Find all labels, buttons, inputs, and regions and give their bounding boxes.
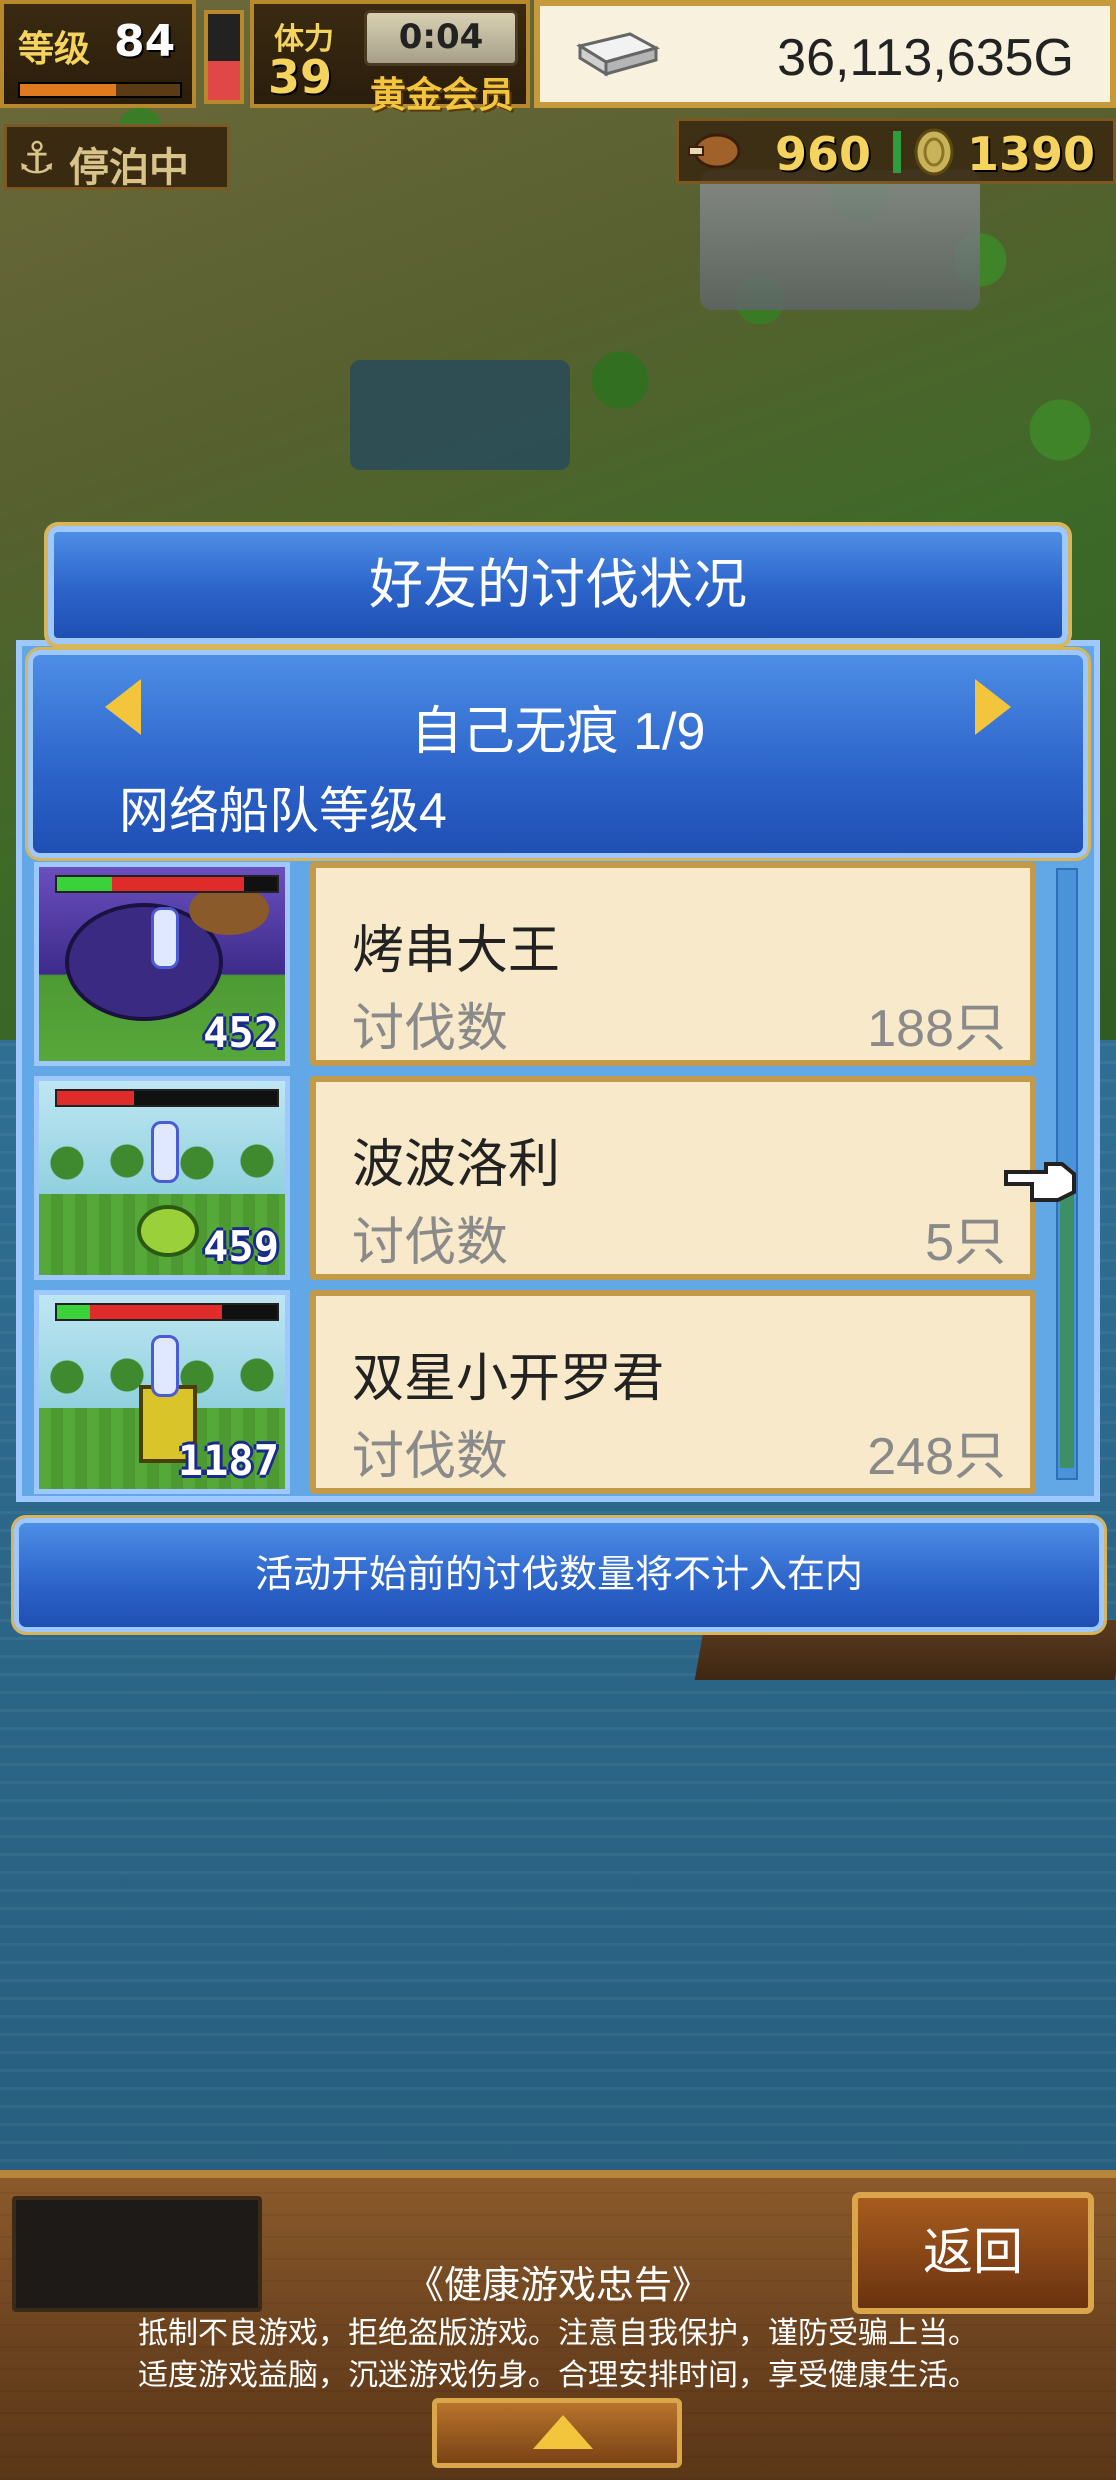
kill-count-value: 5只 <box>925 1214 1006 1272</box>
stamina-timer: 0:04 <box>364 10 518 66</box>
hp-bar-red <box>57 1091 134 1105</box>
monster-hp: 452 <box>203 1008 279 1057</box>
stamina-gauge-fill <box>208 61 240 100</box>
ruins-rocks <box>700 170 980 310</box>
coin-icon <box>914 128 954 176</box>
hp-bar-green <box>57 877 112 891</box>
exclamation-icon <box>151 907 179 969</box>
kill-count-value: 188只 <box>867 1000 1006 1058</box>
friend-row[interactable]: 双星小开罗君 讨伐数 248只 <box>310 1290 1036 1494</box>
hp-bar-red <box>90 1305 222 1319</box>
food-icon <box>688 133 741 169</box>
monster-hp: 1187 <box>177 1436 279 1485</box>
silver-bar-icon <box>576 32 660 77</box>
monster-thumbnail[interactable]: 452 <box>34 862 290 1066</box>
up-arrow-icon <box>533 2415 593 2449</box>
friend-row-name: 双星小开罗君 <box>352 1350 665 1408</box>
exp-bar <box>18 82 182 98</box>
gold-value: 36,113,635G <box>777 29 1074 87</box>
stamina-panel: 体力 39 0:04 黄金会员 <box>250 0 530 116</box>
stamina-gauge <box>204 10 244 104</box>
coin-value: 1390 <box>967 127 1096 181</box>
hp-bar <box>55 875 279 893</box>
level-panel: 等级 84 <box>0 0 196 108</box>
food-value: 960 <box>775 127 872 181</box>
fleet-level: 网络船队等级4 <box>119 783 447 839</box>
friend-row[interactable]: 烤串大王 讨伐数 188只 <box>310 862 1036 1066</box>
pond <box>350 360 570 470</box>
docked-status-badge: ⚓ 停泊中 <box>4 124 230 191</box>
friend-row[interactable]: 波波洛利 讨伐数 5只 <box>310 1076 1036 1280</box>
exclamation-icon <box>151 1121 179 1183</box>
monster-sprite <box>137 1205 199 1257</box>
hp-bar-red <box>112 877 244 891</box>
friend-header: 自己无痕 1/9 网络船队等级4 <box>28 650 1088 858</box>
friend-row-name: 波波洛利 <box>352 1136 561 1194</box>
stamina-value: 39 <box>268 50 333 104</box>
level-label: 等级 <box>18 29 91 70</box>
notice-bar: 活动开始前的讨伐数量将不计入在内 <box>14 1518 1104 1632</box>
friend-name: 自己无痕 1/9 <box>410 703 706 761</box>
health-advisory-title: 《健康游戏忠告》 <box>405 2265 710 2307</box>
pointing-hand-icon <box>1004 1162 1076 1202</box>
friend-row-name: 烤串大王 <box>352 922 561 980</box>
hp-bar <box>55 1303 279 1321</box>
resource-divider <box>893 131 901 173</box>
notice-text: 活动开始前的讨伐数量将不计入在内 <box>254 1554 863 1596</box>
hp-bar <box>55 1089 279 1107</box>
scrollbar-thumb[interactable] <box>1060 1188 1074 1468</box>
dialog-title: 好友的讨伐状况 <box>369 553 747 616</box>
monster-thumbnail[interactable]: 1187 <box>34 1290 290 1494</box>
gold-member-label: 黄金会员 <box>370 75 515 116</box>
anchor-icon: ⚓ <box>17 133 57 184</box>
exp-bar-fill <box>20 84 116 96</box>
kill-count-label: 讨伐数 <box>352 1000 509 1058</box>
monster-hp: 459 <box>203 1222 279 1271</box>
health-advisory-line-1: 抵制不良游戏，拒绝盗版游戏。注意自我保护，谨防受骗上当。 <box>138 2317 978 2350</box>
hp-bar-green <box>57 1305 90 1319</box>
expand-menu-button[interactable] <box>432 2398 682 2468</box>
kill-count-label: 讨伐数 <box>352 1214 509 1272</box>
next-friend-arrow-icon[interactable] <box>975 679 1011 735</box>
kill-count-value: 248只 <box>867 1428 1006 1486</box>
dialog-title-bar: 好友的讨伐状况 <box>48 526 1068 644</box>
docked-label: 停泊中 <box>69 145 189 191</box>
exclamation-icon <box>151 1335 179 1397</box>
level-value: 84 <box>114 16 176 67</box>
kill-count-label: 讨伐数 <box>352 1428 509 1486</box>
monster-thumbnail[interactable]: 459 <box>34 1076 290 1280</box>
gold-panel: 36,113,635G <box>534 0 1116 108</box>
health-advisory-line-2: 适度游戏益脑，沉迷游戏伤身。合理安排时间，享受健康生活。 <box>138 2359 978 2392</box>
resources-panel: 960 1390 <box>676 118 1116 184</box>
